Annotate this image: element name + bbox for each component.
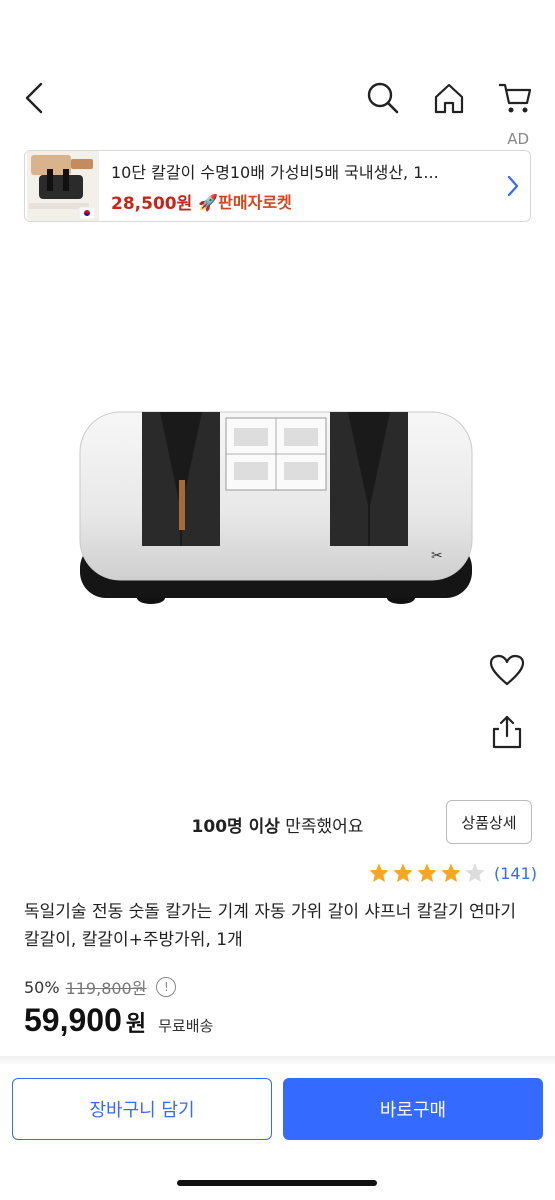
ad-label: AD [507, 130, 529, 148]
ad-price: 28,500원 [111, 193, 193, 214]
share-button[interactable] [487, 712, 527, 752]
cart-icon [499, 83, 532, 113]
cart-button[interactable] [493, 76, 537, 120]
heart-icon [489, 654, 525, 686]
discount-row: 50% 119,800원 ! [24, 975, 177, 999]
home-indicator [177, 1180, 377, 1186]
satisfaction-text: 만족했어요 [279, 817, 364, 837]
star-filled-icon [417, 863, 437, 882]
home-button[interactable] [427, 76, 471, 120]
ad-title: 10단 칼갈이 수명10배 가성비5배 국내생산, 1... [111, 162, 439, 182]
ad-open-button[interactable] [496, 156, 530, 216]
currency-unit: 원 [125, 1012, 147, 1037]
review-count[interactable]: (141) [494, 864, 537, 883]
korea-flag-icon [79, 207, 95, 219]
price-row: 59,900 원 무료배송 [24, 1002, 213, 1039]
sale-price: 59,900 [24, 1002, 122, 1038]
buy-now-button[interactable]: 바로구매 [283, 1078, 543, 1140]
chevron-left-icon [25, 82, 43, 114]
product-detail-button[interactable]: 상품상세 [446, 800, 532, 844]
free-shipping-label: 무료배송 [158, 1017, 214, 1035]
satisfaction-count: 100명 이상 [191, 817, 280, 837]
search-button[interactable] [361, 76, 405, 120]
back-button[interactable] [14, 76, 54, 120]
seller-rocket-badge: 🚀판매자로켓 [198, 193, 292, 212]
search-icon [367, 82, 399, 114]
product-image: ✂ [79, 411, 473, 604]
discount-rate: 50% [24, 977, 60, 997]
product-title: 독일기술 전동 숫돌 칼가는 기계 자동 가위 갈이 샤프너 칼갈기 연마기 칼… [24, 902, 516, 950]
star-filled-icon [369, 863, 389, 882]
chevron-right-icon [507, 175, 519, 197]
star-filled-icon [393, 863, 413, 882]
add-to-cart-button[interactable]: 장바구니 담기 [12, 1078, 272, 1140]
top-navigation-bar [0, 60, 555, 136]
star-filled-icon [441, 863, 461, 882]
share-icon [492, 715, 522, 749]
product-image-carousel[interactable]: ✂ [0, 240, 555, 780]
ad-thumbnail [27, 151, 99, 221]
rating[interactable]: (141) [368, 862, 537, 884]
home-icon [434, 83, 464, 114]
bottom-action-bar: 장바구니 담기 바로구매 [0, 1064, 555, 1200]
info-icon[interactable]: ! [156, 977, 177, 997]
section-divider [0, 1056, 555, 1064]
svg-text:✂: ✂ [431, 548, 443, 564]
star-empty-icon [465, 863, 485, 882]
original-price: 119,800원 [65, 979, 147, 998]
favorite-button[interactable] [487, 650, 527, 690]
ad-banner[interactable]: 10단 칼갈이 수명10배 가성비5배 국내생산, 1... 28,500원 🚀… [24, 150, 531, 222]
